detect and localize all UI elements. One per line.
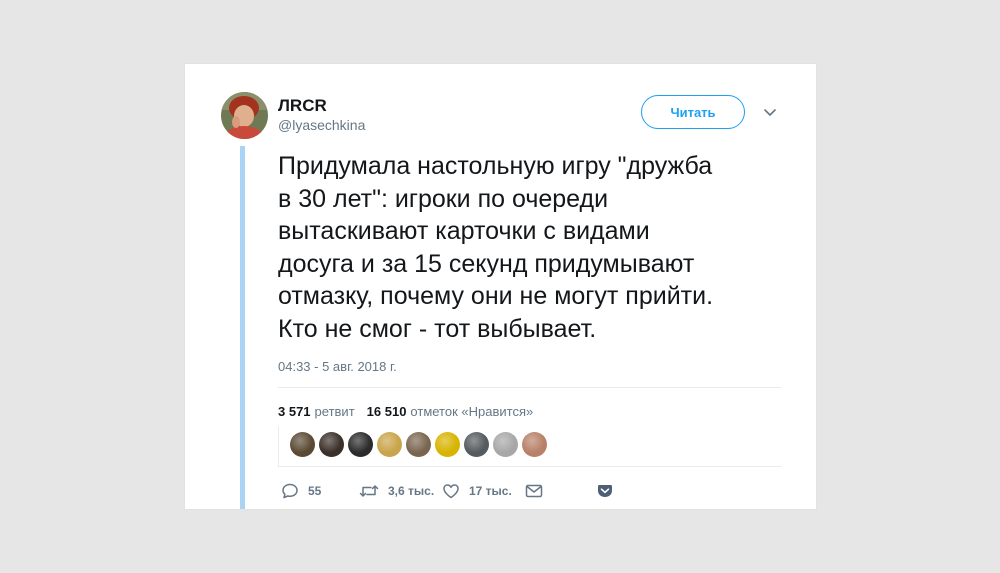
author-name[interactable]: ЛRCR [278,96,327,116]
liker-avatar[interactable] [406,432,431,457]
message-action[interactable] [525,484,597,498]
tweet-card: ЛRCR @lyasechkina Читать Придумала насто… [185,64,816,509]
retweet-label: ретвит [314,404,355,419]
thread-line [240,146,245,509]
liker-avatar[interactable] [493,432,518,457]
follow-button[interactable]: Читать [641,95,745,129]
liker-avatar[interactable] [435,432,460,457]
avatar[interactable] [221,92,268,139]
like-action[interactable]: 17 тыс. [442,483,525,499]
message-icon [525,484,543,498]
likers-left-border [278,426,279,466]
tweet-actions: 55 3,6 тыс. 17 тыс. [281,482,613,500]
liker-avatar[interactable] [522,432,547,457]
divider [278,387,781,388]
author-handle[interactable]: @lyasechkina [278,117,365,133]
like-stat[interactable]: 16 510 отметок «Нравится» [367,404,534,419]
like-count-short: 17 тыс. [469,484,512,498]
retweet-action[interactable]: 3,6 тыс. [359,483,442,499]
reply-action[interactable]: 55 [281,482,359,500]
retweet-stat[interactable]: 3 571 ретвит [278,404,355,419]
chevron-down-icon[interactable] [763,105,777,119]
tweet-timestamp[interactable]: 04:33 - 5 авг. 2018 г. [278,359,397,374]
reply-icon [281,482,299,500]
divider [278,466,781,467]
tweet-text: Придумала настольную игру "дружба в 30 л… [278,152,714,343]
heart-icon [442,483,460,499]
liker-avatar[interactable] [319,432,344,457]
retweet-icon [359,483,379,499]
pocket-icon [597,484,613,498]
reply-count: 55 [308,484,322,498]
liker-avatar[interactable] [464,432,489,457]
liker-avatar[interactable] [348,432,373,457]
pocket-action[interactable] [597,484,613,498]
retweet-count-short: 3,6 тыс. [388,484,435,498]
tweet-stats: 3 571 ретвит 16 510 отметок «Нравится» [278,404,541,419]
like-count: 16 510 [366,404,407,419]
liker-avatar[interactable] [377,432,402,457]
like-label: отметок «Нравится» [410,404,534,419]
likers-list [290,432,547,457]
liker-avatar[interactable] [290,432,315,457]
retweet-count: 3 571 [278,404,311,419]
